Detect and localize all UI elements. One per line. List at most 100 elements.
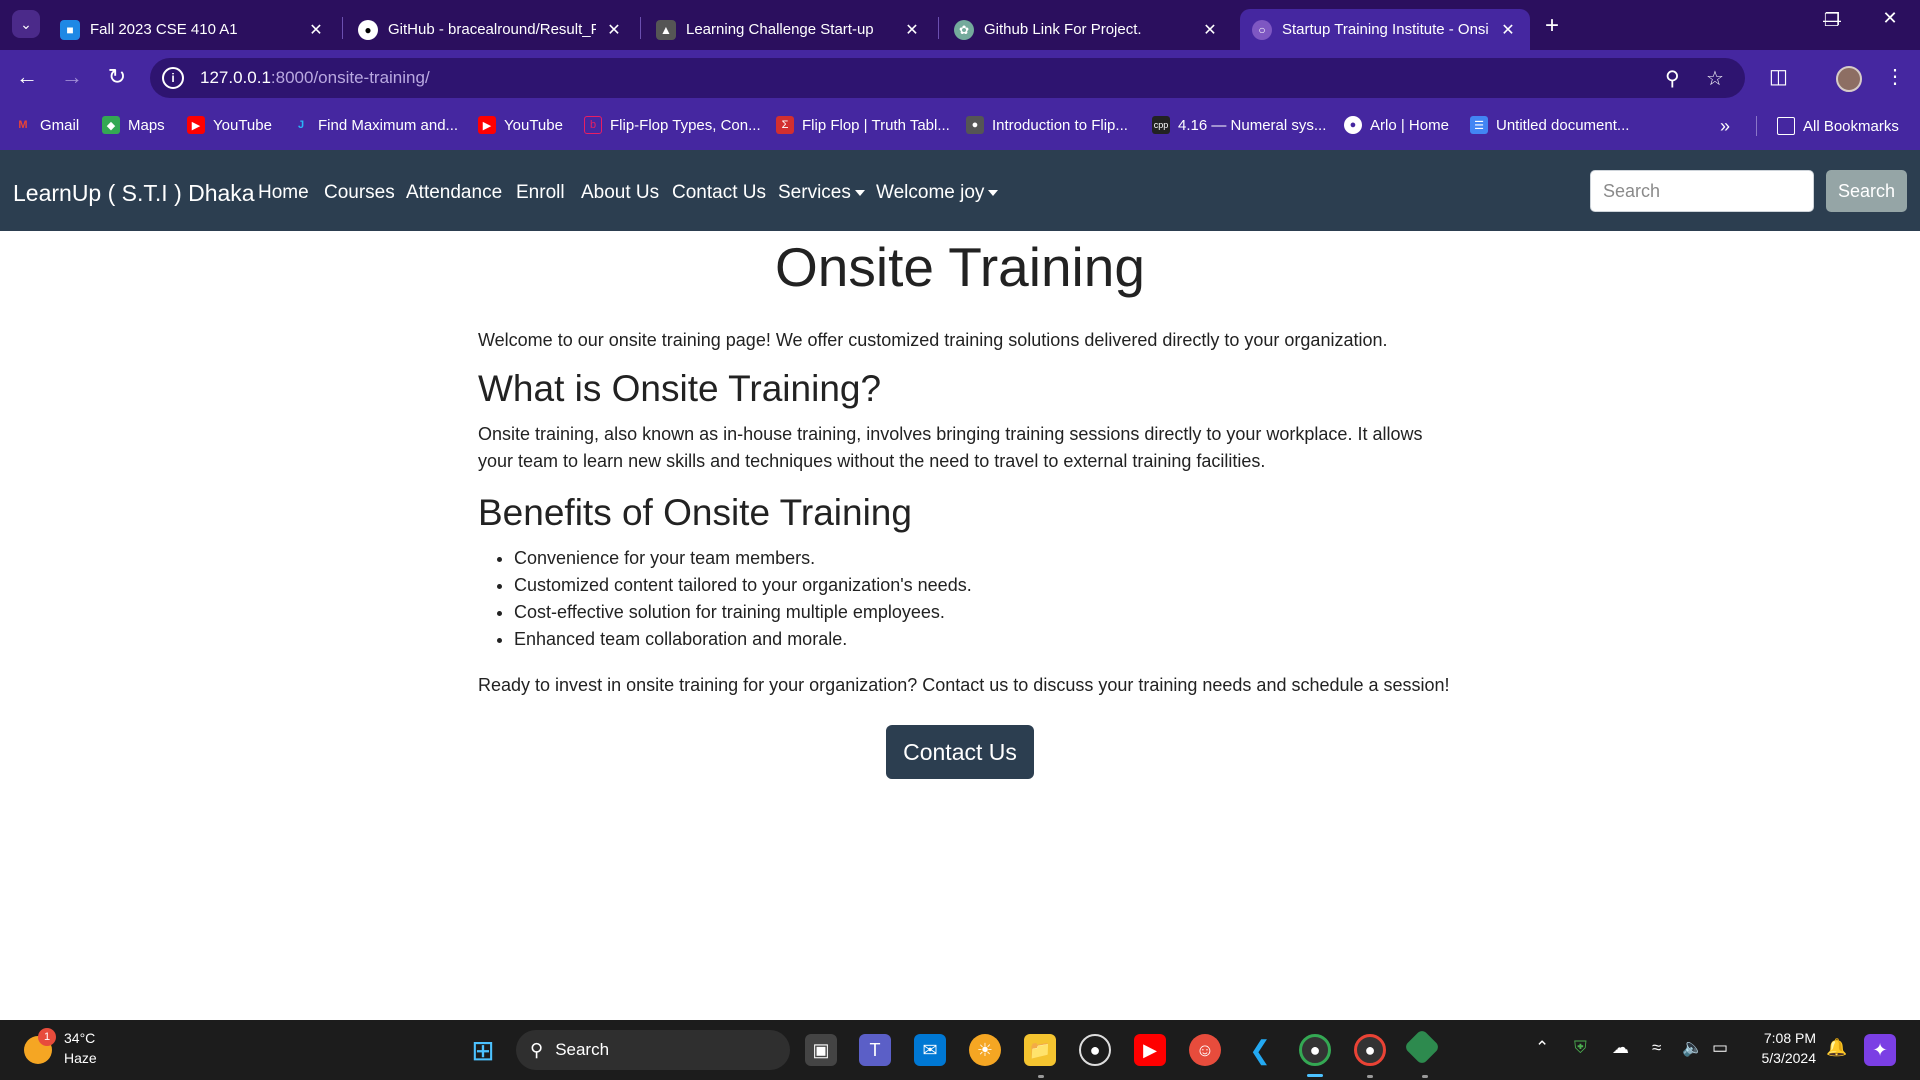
clock-date[interactable]: 5/3/2024	[1750, 1050, 1817, 1066]
zoom-icon[interactable]: ⚲	[1665, 66, 1680, 91]
new-tab-button[interactable]: +	[1545, 12, 1559, 40]
chevron-down-icon: ⌄	[20, 15, 32, 32]
file-explorer-icon[interactable]: 📁	[1024, 1034, 1056, 1066]
notification-badge: 1	[38, 1028, 56, 1046]
notification-bell-icon[interactable]: 🔔	[1826, 1038, 1847, 1058]
globe-icon: ○	[1252, 19, 1272, 40]
battery-icon[interactable]: ▭	[1712, 1038, 1728, 1058]
close-icon[interactable]: ✕	[1498, 20, 1518, 40]
bookmark-youtube[interactable]: ▶ YouTube	[187, 116, 272, 134]
nav-home[interactable]: Home	[258, 182, 309, 204]
bookmark-maps[interactable]: ◆ Maps	[102, 116, 165, 134]
profile-avatar[interactable]	[1836, 66, 1862, 92]
site-search-input[interactable]	[1590, 170, 1814, 212]
arlo-icon: ●	[1344, 116, 1362, 134]
bookmark-gmail[interactable]: M Gmail	[14, 116, 79, 134]
close-icon[interactable]: ✕	[902, 20, 922, 40]
classroom-icon: ■	[60, 19, 80, 40]
bookmark-arlo[interactable]: ● Arlo | Home	[1344, 116, 1449, 134]
page-title: Onsite Training	[775, 236, 1145, 298]
nav-contact-us[interactable]: Contact Us	[672, 182, 766, 204]
chrome-profile-icon[interactable]: ●	[1354, 1034, 1386, 1066]
tab-1[interactable]: ■ Fall 2023 CSE 410 A1 ✕	[48, 9, 338, 50]
weather-app-icon[interactable]: ☀	[969, 1034, 1001, 1066]
forward-arrow-icon[interactable]: →	[57, 64, 87, 90]
tab-4[interactable]: ✿ Github Link For Project. ✕	[942, 9, 1232, 50]
bookmark-untitled-doc[interactable]: ☰ Untitled document...	[1470, 116, 1629, 134]
copilot-icon[interactable]: ✦	[1864, 1034, 1896, 1066]
task-view-icon[interactable]: ▣	[805, 1034, 837, 1066]
tab-search-button[interactable]: ⌄	[12, 10, 40, 38]
open-indicator	[1367, 1075, 1373, 1078]
all-bookmarks[interactable]: All Bookmarks	[1756, 116, 1899, 136]
nav-about-us[interactable]: About Us	[581, 182, 659, 204]
window-close-icon[interactable]: ✕	[1870, 8, 1910, 29]
teams-icon[interactable]: T	[859, 1034, 891, 1066]
bookmark-flipflop-types[interactable]: b Flip-Flop Types, Con...	[584, 116, 761, 134]
nav-services-dropdown[interactable]: Services	[778, 182, 865, 204]
volume-icon[interactable]: 🔈	[1682, 1038, 1703, 1058]
reload-icon[interactable]: ↻	[102, 64, 132, 90]
bookmarks-overflow-icon[interactable]: »	[1720, 116, 1730, 137]
address-bar[interactable]: i 127.0.0.1:8000/onsite-training/ ⚲ ☆	[150, 58, 1745, 98]
back-arrow-icon[interactable]: ←	[12, 64, 42, 90]
vscode-icon[interactable]: ❮	[1244, 1034, 1276, 1066]
youtube-icon: ▶	[187, 116, 205, 134]
docs-icon: ☰	[1470, 116, 1488, 134]
windows-start-icon[interactable]: ⊞	[467, 1034, 499, 1066]
weather-temp[interactable]: 34°C	[64, 1030, 95, 1046]
services-label: Services	[778, 182, 851, 203]
weather-desc[interactable]: Haze	[64, 1050, 97, 1066]
extensions-icon[interactable]: ◫	[1769, 64, 1788, 89]
site-brand[interactable]: LearnUp ( S.T.I ) Dhaka	[13, 180, 255, 207]
menu-dots-icon[interactable]: ⋮	[1885, 64, 1905, 89]
star-icon[interactable]: ☆	[1706, 66, 1724, 91]
bookmark-intro-flip[interactable]: ● Introduction to Flip...	[966, 116, 1128, 134]
bookmark-label: Untitled document...	[1496, 116, 1630, 134]
sigma-icon: Σ	[776, 116, 794, 134]
youtube-icon[interactable]: ▶	[1134, 1034, 1166, 1066]
obs-icon[interactable]: ●	[1079, 1034, 1111, 1066]
bookmark-youtube-2[interactable]: ▶ YouTube	[478, 116, 563, 134]
site-info-icon[interactable]: i	[162, 67, 184, 89]
contact-us-button[interactable]: Contact Us	[886, 725, 1034, 779]
tab-3[interactable]: ▲ Learning Challenge Start-up ✕	[644, 9, 934, 50]
tab-2[interactable]: ● GitHub - bracealround/Result_P ✕	[346, 9, 636, 50]
close-icon[interactable]: ✕	[306, 20, 326, 40]
list-item: Cost-effective solution for training mul…	[514, 599, 972, 626]
bookmark-label: Flip-Flop Types, Con...	[610, 116, 761, 134]
bookmark-numeral[interactable]: cpp 4.16 — Numeral sys...	[1152, 116, 1326, 134]
chevron-up-icon[interactable]: ⌃	[1535, 1038, 1549, 1058]
list-item: Customized content tailored to your orga…	[514, 572, 972, 599]
bookmark-flipflop-truth[interactable]: Σ Flip Flop | Truth Tabl...	[776, 116, 950, 134]
gmail-icon: M	[18, 119, 28, 131]
tab-strip: ⌄ ■ Fall 2023 CSE 410 A1 ✕ ● GitHub - br…	[0, 0, 1920, 50]
site-search-button[interactable]: Search	[1826, 170, 1907, 212]
chrome-icon[interactable]: ●	[1299, 1034, 1331, 1066]
nav-enroll[interactable]: Enroll	[516, 182, 565, 204]
git-icon[interactable]	[1403, 1028, 1441, 1066]
tab-separator	[640, 17, 641, 39]
nav-user-dropdown[interactable]: Welcome joy	[876, 182, 999, 204]
tab-5-active[interactable]: ○ Startup Training Institute - Onsi ✕	[1240, 9, 1530, 50]
restore-icon[interactable]: ❐	[1812, 10, 1852, 31]
closing-text: Ready to invest in onsite training for y…	[478, 675, 1450, 695]
bookmarks-bar	[0, 106, 1920, 150]
mail-icon[interactable]: ✉	[914, 1034, 946, 1066]
shield-icon[interactable]: ⛨	[1574, 1038, 1587, 1058]
bookmark-find-maximum[interactable]: J Find Maximum and...	[292, 116, 458, 134]
tab-title: Fall 2023 CSE 410 A1	[90, 21, 238, 38]
open-indicator	[1038, 1075, 1044, 1078]
nav-attendance[interactable]: Attendance	[406, 182, 502, 204]
close-icon[interactable]: ✕	[604, 20, 624, 40]
clock-time[interactable]: 7:08 PM	[1760, 1030, 1816, 1046]
bookmark-label: YouTube	[213, 116, 272, 134]
active-indicator	[1307, 1074, 1323, 1077]
maps-icon: ◆	[102, 116, 120, 134]
cloud-icon[interactable]: ☁	[1612, 1038, 1629, 1058]
app-face-icon[interactable]: ☺	[1189, 1034, 1221, 1066]
nav-courses[interactable]: Courses	[324, 182, 395, 204]
close-icon[interactable]: ✕	[1200, 20, 1220, 40]
taskbar-search[interactable]: ⚲ Search	[516, 1030, 790, 1070]
wifi-icon[interactable]: ≈	[1652, 1038, 1661, 1058]
